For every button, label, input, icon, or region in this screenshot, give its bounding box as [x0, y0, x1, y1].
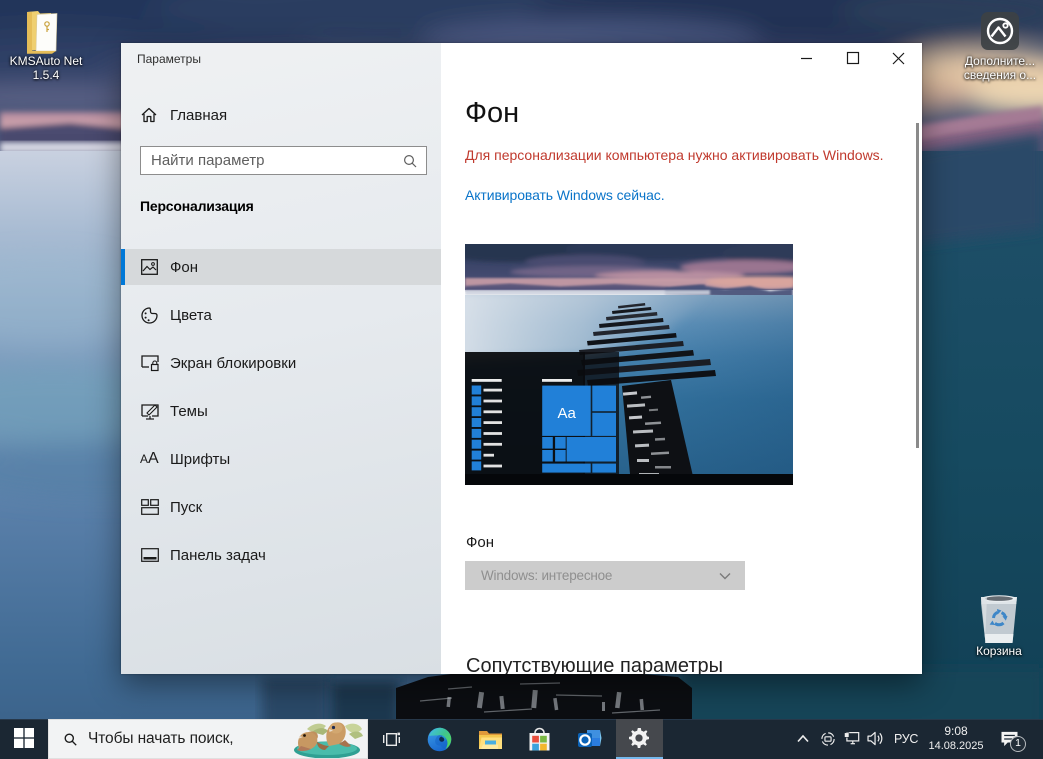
- svg-text:Aa: Aa: [558, 405, 577, 422]
